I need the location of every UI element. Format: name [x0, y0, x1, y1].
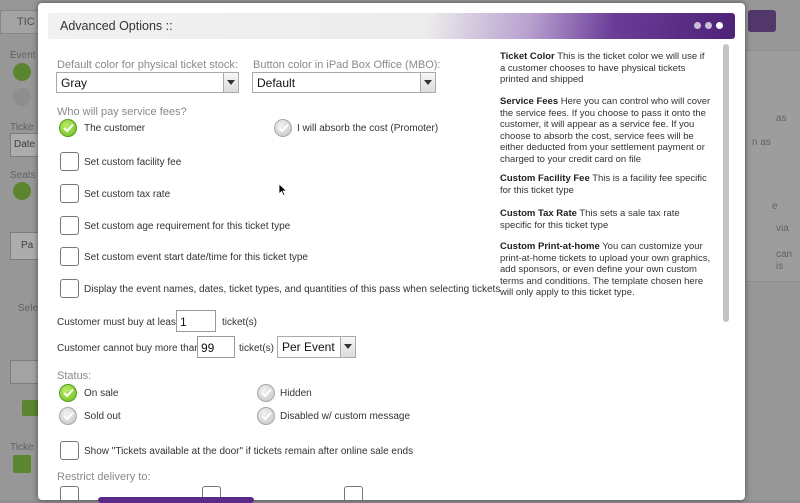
check-icon: [278, 123, 289, 133]
facility-fee-checkbox[interactable]: [60, 152, 79, 171]
chevron-down-icon: [340, 337, 355, 357]
advanced-options-dialog: Advanced Options :: Default color for ph…: [38, 3, 745, 500]
button-color-value: Default: [257, 76, 296, 90]
min-buy-suffix: ticket(s): [222, 317, 257, 328]
per-event-value: Per Event: [282, 340, 335, 354]
dialog-scrollbar[interactable]: [723, 44, 729, 322]
check-icon: [261, 411, 272, 421]
min-buy-input[interactable]: 1: [176, 310, 216, 332]
help-print-at-home: Custom Print-at-home You can customize y…: [500, 241, 711, 299]
button-color-select[interactable]: Default: [252, 72, 436, 93]
max-buy-value: 99: [201, 341, 215, 355]
status-disabled-radio[interactable]: [257, 407, 275, 425]
status-sold-out-label: Sold out: [84, 411, 121, 422]
pager-dot-active[interactable]: [716, 22, 723, 29]
pager-dot[interactable]: [694, 22, 701, 29]
check-icon: [63, 388, 74, 398]
service-fees-label: Who will pay service fees?: [57, 106, 187, 118]
min-buy-label: Customer must buy at least: [57, 317, 179, 328]
start-datetime-checkbox[interactable]: [60, 247, 79, 266]
status-sold-out-radio[interactable]: [59, 407, 77, 425]
max-buy-input[interactable]: 99: [197, 336, 235, 358]
chevron-down-icon: [420, 73, 435, 92]
button-color-label: Button color in iPad Box Office (MBO):: [253, 59, 441, 71]
door-tickets-label: Show "Tickets available at the door" if …: [84, 446, 414, 457]
help-tax-rate: Custom Tax Rate This sets a sale tax rat…: [500, 208, 680, 231]
bottom-action-bar[interactable]: [98, 497, 254, 503]
help-facility-fee: Custom Facility Fee This is a facility f…: [500, 173, 707, 196]
dialog-title: Advanced Options ::: [60, 19, 173, 33]
check-icon: [63, 411, 74, 421]
restrict-delivery-label: Restrict delivery to:: [57, 471, 151, 483]
age-requirement-label: Set custom age requirement for this tick…: [84, 221, 291, 232]
status-hidden-radio[interactable]: [257, 384, 275, 402]
fee-customer-radio[interactable]: [59, 119, 77, 137]
dialog-header: Advanced Options ::: [48, 13, 735, 39]
check-icon: [261, 388, 272, 398]
stock-color-select[interactable]: Gray: [56, 72, 239, 93]
display-pass-label: Display the event names, dates, ticket t…: [84, 284, 501, 295]
tax-rate-label: Set custom tax rate: [84, 189, 171, 200]
age-requirement-checkbox[interactable]: [60, 216, 79, 235]
check-icon: [63, 123, 74, 133]
stock-color-value: Gray: [61, 76, 88, 90]
fee-absorb-radio[interactable]: [274, 119, 292, 137]
facility-fee-label: Set custom facility fee: [84, 157, 182, 168]
tax-rate-checkbox[interactable]: [60, 184, 79, 203]
fee-absorb-label: I will absorb the cost (Promoter): [297, 123, 439, 134]
status-hidden-label: Hidden: [280, 388, 312, 399]
max-buy-suffix: ticket(s): [239, 343, 274, 354]
display-pass-checkbox[interactable]: [60, 279, 79, 298]
start-datetime-label: Set custom event start date/time for thi…: [84, 252, 308, 263]
status-disabled-label: Disabled w/ custom message: [280, 411, 411, 422]
fee-customer-label: The customer: [84, 123, 146, 134]
delivery-checkbox[interactable]: [344, 486, 363, 500]
chevron-down-icon: [223, 73, 238, 92]
per-event-select[interactable]: Per Event: [277, 336, 356, 358]
delivery-checkbox[interactable]: [60, 486, 79, 500]
pager-dots: [694, 22, 723, 29]
door-tickets-checkbox[interactable]: [60, 441, 79, 460]
status-label: Status:: [57, 370, 92, 382]
status-on-sale-label: On sale: [84, 388, 119, 399]
help-ticket-color: Ticket Color This is the ticket color we…: [500, 51, 705, 86]
help-service-fees: Service Fees Here you can control who wi…: [500, 96, 711, 165]
stock-color-label: Default color for physical ticket stock:: [57, 59, 238, 71]
max-buy-label: Customer cannot buy more than: [57, 343, 200, 354]
mouse-cursor-icon: [279, 184, 287, 196]
min-buy-value: 1: [180, 315, 187, 329]
status-on-sale-radio[interactable]: [59, 384, 77, 402]
pager-dot[interactable]: [705, 22, 712, 29]
